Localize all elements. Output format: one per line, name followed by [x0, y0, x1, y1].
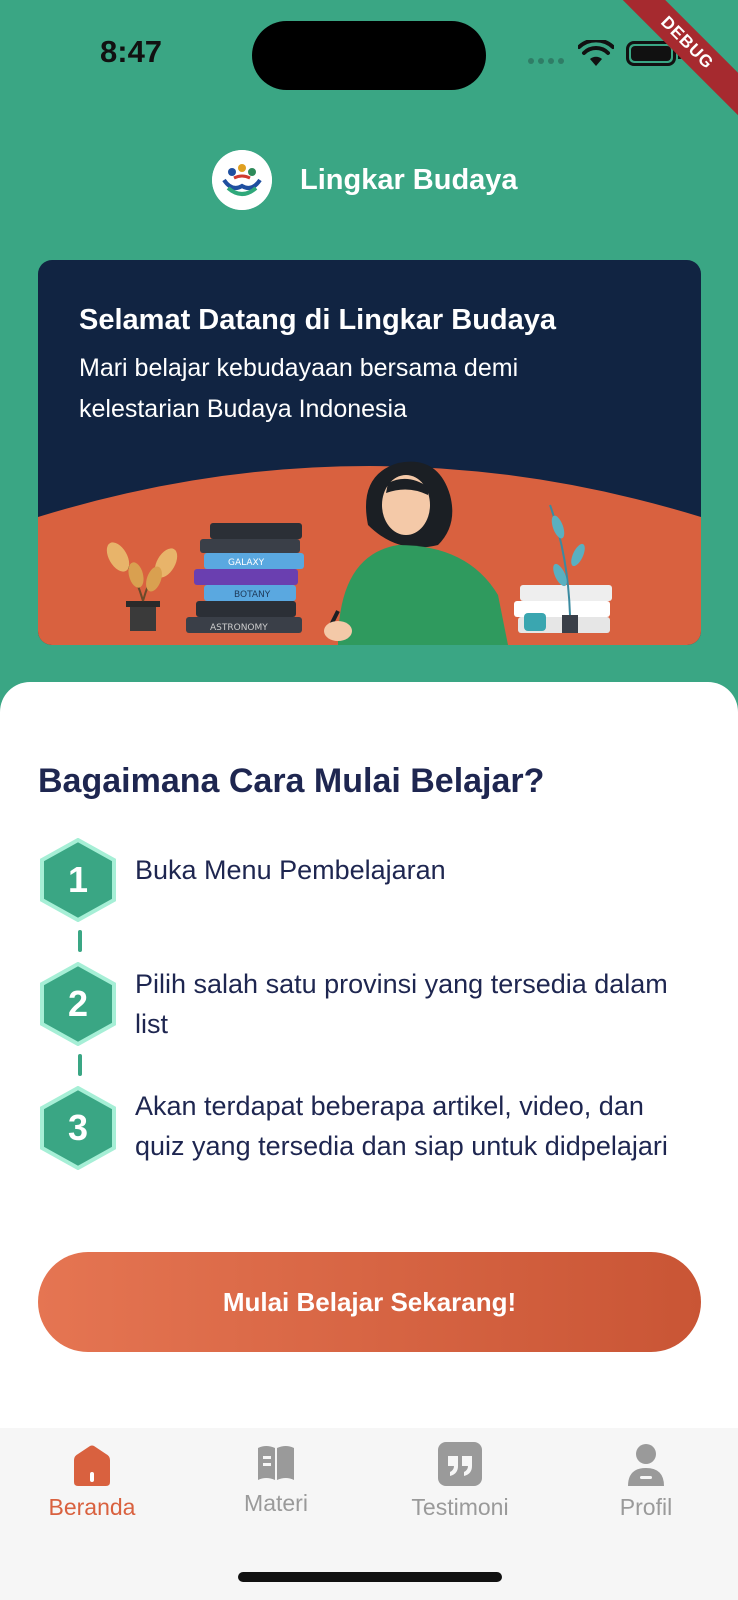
step-number: 1 [67, 859, 89, 900]
dynamic-island [252, 21, 486, 90]
home-indicator [238, 1572, 502, 1582]
book-label-astronomy: ASTRONOMY [210, 623, 268, 633]
quote-icon [438, 1442, 482, 1486]
step-text: Buka Menu Pembelajaran [135, 855, 446, 885]
step-connector [78, 1054, 82, 1076]
nav-label: Beranda [48, 1494, 136, 1520]
book-icon [258, 1446, 294, 1480]
step-number: 3 [67, 1107, 89, 1148]
nav-label: Testimoni [411, 1494, 509, 1520]
welcome-title: Selamat Datang di Lingkar Budaya [79, 304, 557, 336]
user-icon [628, 1444, 664, 1486]
step-connector [78, 930, 82, 952]
welcome-banner: Selamat Datang di Lingkar Budaya Mari be… [38, 260, 701, 645]
howto-title: Bagaimana Cara Mulai Belajar? [38, 762, 545, 800]
app-brand: Lingkar Budaya [212, 150, 518, 210]
studying-illustration: GALAXY BOTANY ASTRONOMY [38, 461, 701, 645]
cellular-signal-icon [528, 58, 564, 64]
people-circle-logo-icon [212, 150, 272, 210]
start-learning-button[interactable]: Mulai Belajar Sekarang! [38, 1252, 701, 1352]
nav-label: Materi [244, 1490, 308, 1516]
nav-item-profil[interactable]: Profil [554, 1428, 738, 1548]
step-text: Pilih salah satu provinsi yang tersedia … [135, 969, 668, 1039]
book-label-galaxy: GALAXY [228, 558, 265, 568]
nav-item-testimoni[interactable]: Testimoni [368, 1428, 552, 1548]
welcome-subtitle: Mari belajar kebudayaan bersama demi kel… [79, 354, 519, 423]
step-text: Akan terdapat beberapa artikel, video, d… [135, 1091, 668, 1161]
book-label-botany: BOTANY [234, 590, 271, 600]
app-name: Lingkar Budaya [300, 163, 518, 196]
step-number: 2 [67, 983, 89, 1024]
nav-item-materi[interactable]: Materi [184, 1428, 368, 1548]
home-icon [74, 1445, 110, 1486]
nav-item-beranda[interactable]: Beranda [0, 1428, 184, 1548]
wifi-icon [578, 40, 614, 66]
nav-label: Profil [619, 1494, 673, 1520]
status-time: 8:47 [100, 34, 163, 69]
